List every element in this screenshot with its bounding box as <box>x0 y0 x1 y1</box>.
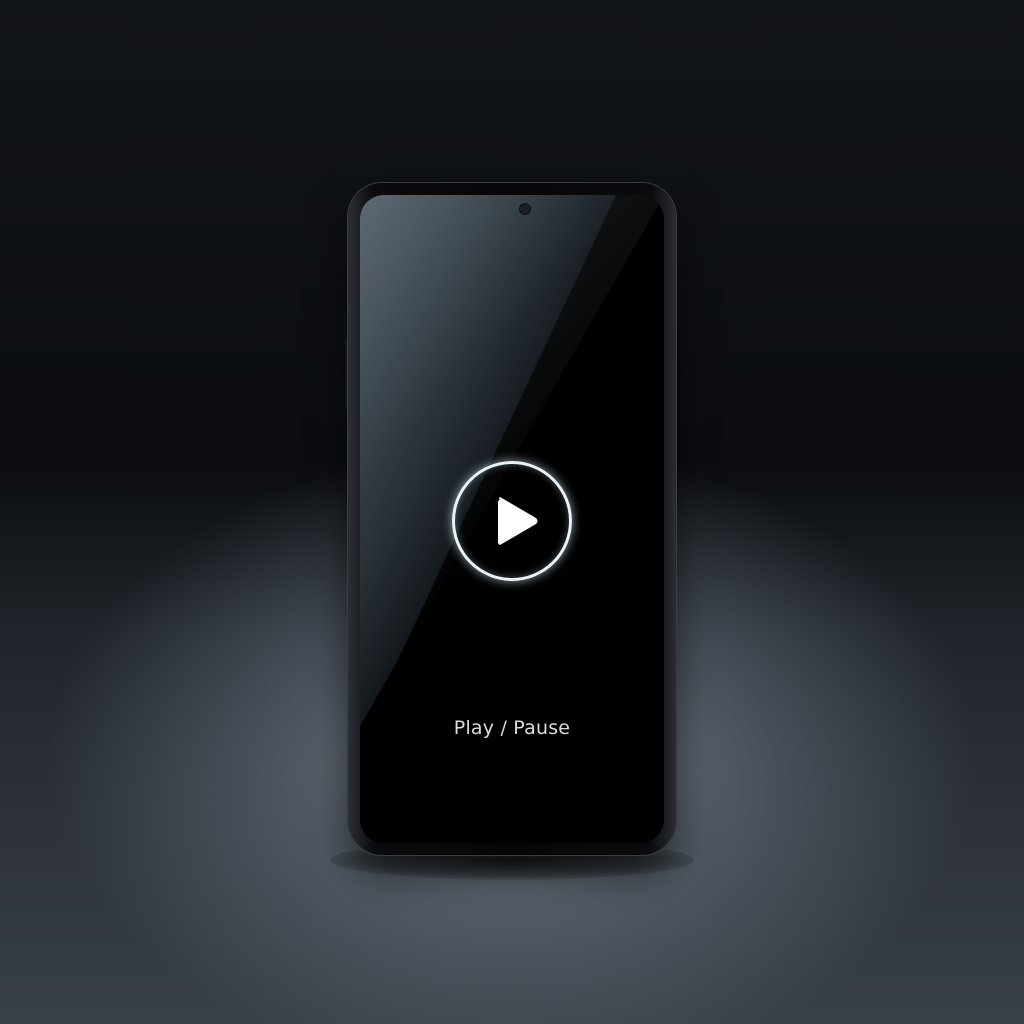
front-camera <box>519 203 531 215</box>
play-pause-label: Play / Pause <box>453 717 571 739</box>
play-icon <box>498 497 538 545</box>
play-pause-button[interactable] <box>452 461 572 581</box>
phone-device: Play / Pause <box>348 183 676 855</box>
scene-background: Play / Pause <box>0 0 1024 1024</box>
phone-screen: Play / Pause <box>360 195 664 843</box>
